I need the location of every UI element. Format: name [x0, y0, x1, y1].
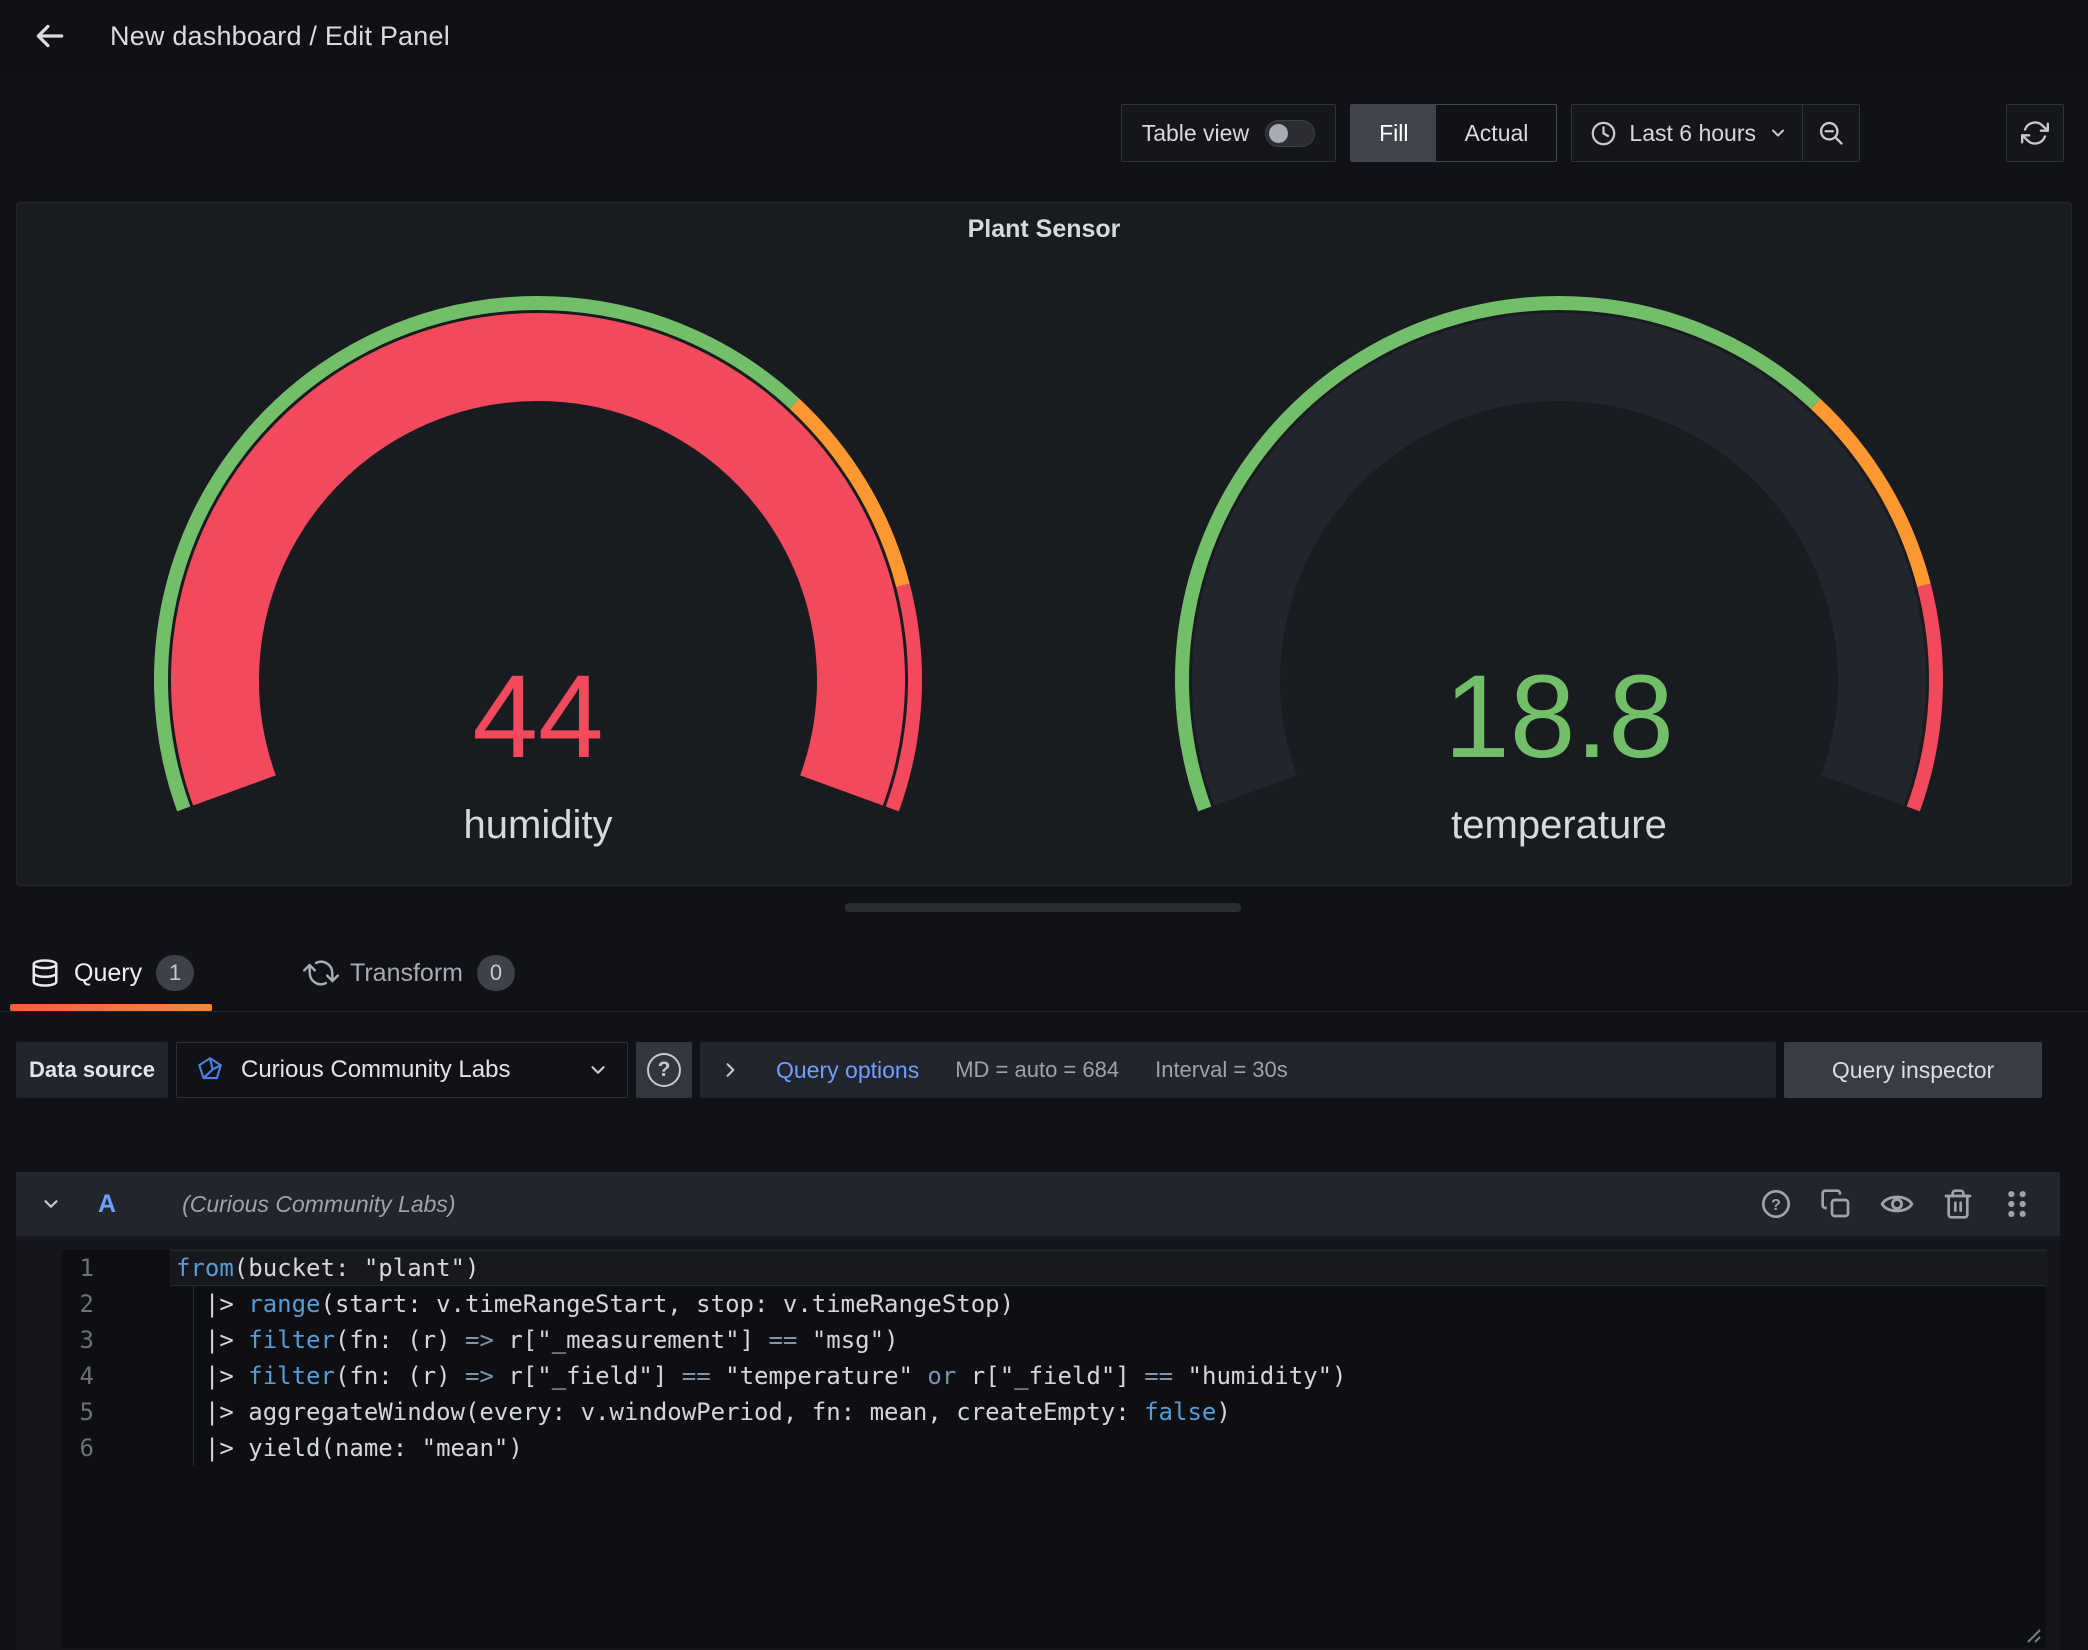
- breadcrumb-title: New dashboard / Edit Panel: [110, 21, 450, 52]
- table-view-label: Table view: [1142, 120, 1249, 147]
- gauge-label-temperature: temperature: [1209, 803, 1909, 848]
- switch-knob: [1269, 124, 1288, 143]
- grafana-edit-panel-screen: New dashboard / Edit Panel Table view Fi…: [0, 0, 2088, 1650]
- code-line[interactable]: 1from(bucket: "plant"): [62, 1250, 2046, 1286]
- query-datasource-name: (Curious Community Labs): [182, 1191, 456, 1218]
- query-inspector-button[interactable]: Query inspector: [1784, 1042, 2042, 1098]
- actual-option[interactable]: Actual: [1436, 105, 1556, 161]
- gauges-canvas: [17, 203, 2073, 887]
- eye-icon: [1880, 1187, 1914, 1221]
- query-options-link[interactable]: Query options: [776, 1057, 919, 1084]
- code-line[interactable]: 3 |> filter(fn: (r) => r["_measurement"]…: [62, 1322, 2046, 1358]
- datasource-row: Data source Curious Community Labs ? Que…: [16, 1042, 2042, 1098]
- drag-query-handle[interactable]: [2002, 1187, 2032, 1221]
- toggle-visibility-button[interactable]: [1880, 1187, 1914, 1221]
- copy-icon: [1820, 1188, 1852, 1220]
- duplicate-query-button[interactable]: [1820, 1188, 1852, 1220]
- query-help-button[interactable]: ?: [1760, 1188, 1792, 1220]
- time-range-group: Last 6 hours: [1571, 104, 1860, 162]
- influxdb-icon: [195, 1055, 225, 1085]
- table-view-toggle-group: Table view: [1121, 104, 1336, 162]
- gauge-value-temperature: 18.8: [1209, 658, 1909, 776]
- fill-option[interactable]: Fill: [1351, 105, 1436, 161]
- time-range-picker[interactable]: Last 6 hours: [1572, 120, 1802, 147]
- refresh-icon: [2021, 119, 2049, 147]
- chevron-down-icon: [587, 1059, 609, 1081]
- trash-icon: [1942, 1188, 1974, 1220]
- tab-query-label: Query: [74, 959, 142, 988]
- gauge-value-humidity: 44: [188, 658, 888, 776]
- query-actions: ?: [1760, 1187, 2032, 1221]
- panel-toolbar: Table view Fill Actual Last 6 hours: [1121, 104, 2064, 162]
- chevron-down-icon: [1768, 123, 1788, 143]
- tab-transform-count-badge: 0: [477, 955, 515, 991]
- zoom-out-icon: [1817, 119, 1845, 147]
- fill-actual-segmented: Fill Actual: [1350, 104, 1557, 162]
- max-data-points-text: MD = auto = 684: [955, 1057, 1119, 1083]
- query-editor-container: A (Curious Community Labs) ?: [16, 1172, 2060, 1650]
- help-icon: ?: [647, 1053, 681, 1087]
- svg-text:?: ?: [1771, 1197, 1781, 1214]
- tabs-divider: [0, 1011, 2088, 1012]
- refresh-button[interactable]: [2006, 104, 2064, 162]
- datasource-label: Data source: [16, 1042, 168, 1098]
- plant-sensor-panel: Plant Sensor 44 humidity 18.8 temperatur…: [16, 202, 2072, 886]
- arrow-left-icon: [33, 19, 67, 53]
- code-line[interactable]: 6 |> yield(name: "mean"): [62, 1430, 2046, 1466]
- tab-query[interactable]: Query 1: [10, 942, 212, 1004]
- interval-text: Interval = 30s: [1155, 1057, 1288, 1083]
- tab-transform[interactable]: Transform 0: [292, 942, 529, 1004]
- delete-query-button[interactable]: [1942, 1188, 1974, 1220]
- code-line[interactable]: 2 |> range(start: v.timeRangeStart, stop…: [62, 1286, 2046, 1322]
- grip-dots-icon: [2002, 1187, 2032, 1221]
- query-a-header[interactable]: A (Curious Community Labs) ?: [16, 1172, 2060, 1236]
- editor-resize-grip[interactable]: [2023, 1625, 2043, 1645]
- table-view-switch[interactable]: [1265, 120, 1315, 147]
- collapse-chevron-icon[interactable]: [40, 1193, 62, 1215]
- panel-resize-handle[interactable]: [845, 903, 1241, 912]
- query-ref-id: A: [98, 1190, 116, 1219]
- query-options-strip: Query options MD = auto = 684 Interval =…: [700, 1042, 1776, 1098]
- clock-icon: [1590, 120, 1617, 147]
- active-tab-underline: [10, 1004, 212, 1011]
- top-nav: New dashboard / Edit Panel: [0, 0, 2088, 72]
- code-line[interactable]: 4 |> filter(fn: (r) => r["_field"] == "t…: [62, 1358, 2046, 1394]
- code-line[interactable]: 5 |> aggregateWindow(every: v.windowPeri…: [62, 1394, 2046, 1430]
- back-button[interactable]: [30, 16, 70, 56]
- datasource-help-button[interactable]: ?: [636, 1042, 692, 1098]
- datasource-picker[interactable]: Curious Community Labs: [176, 1042, 628, 1098]
- database-icon: [30, 958, 60, 988]
- datasource-name: Curious Community Labs: [241, 1056, 571, 1084]
- tab-transform-label: Transform: [350, 959, 463, 988]
- time-range-label: Last 6 hours: [1629, 120, 1756, 147]
- flux-code-editor[interactable]: 1from(bucket: "plant")2 |> range(start: …: [62, 1250, 2046, 1648]
- transform-icon: [300, 952, 342, 994]
- zoom-out-button[interactable]: [1803, 105, 1859, 161]
- gauge-label-humidity: humidity: [188, 803, 888, 848]
- code-lines: 1from(bucket: "plant")2 |> range(start: …: [62, 1250, 2046, 1466]
- tab-query-count-badge: 1: [156, 955, 194, 991]
- chevron-right-icon: [720, 1060, 740, 1080]
